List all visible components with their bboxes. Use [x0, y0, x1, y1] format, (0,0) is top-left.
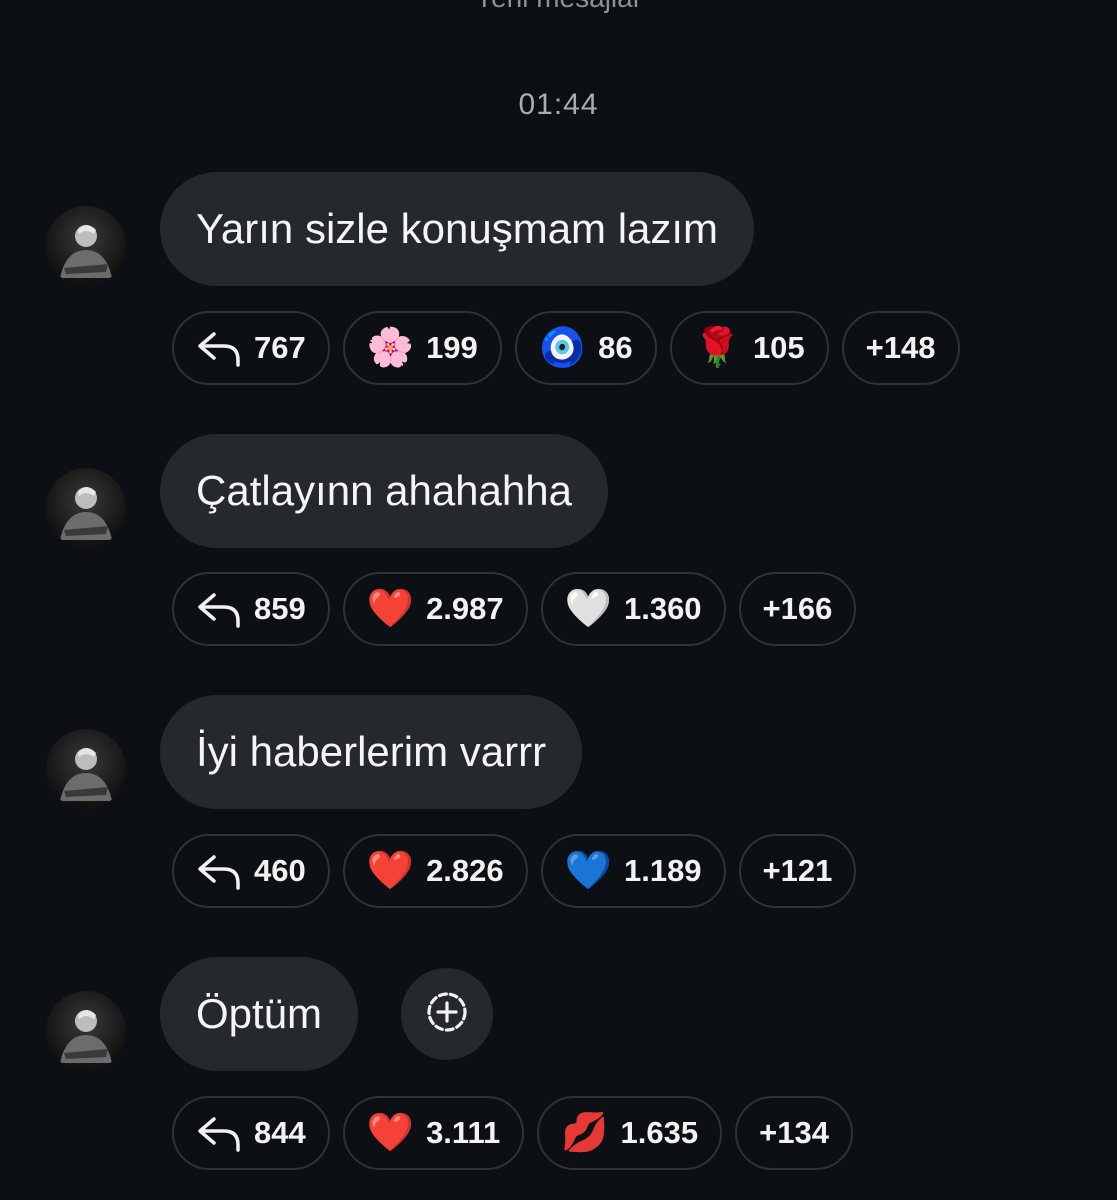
- reply-arrow-icon: [196, 589, 242, 629]
- new-messages-divider: Yeni mesajlar: [0, 0, 1117, 14]
- reply-count: 767: [254, 330, 306, 365]
- reaction-chip[interactable]: ❤️ 3.111: [342, 1096, 525, 1170]
- red-heart-icon: ❤️: [366, 588, 415, 630]
- reaction-chip[interactable]: 💙 1.189: [540, 834, 726, 908]
- reply-count: 460: [254, 853, 306, 888]
- reaction-count: 2.826: [426, 853, 504, 888]
- reactions-bar: 767 🌸 199 🧿 86 🌹 105 +148: [172, 311, 960, 385]
- reply-count: 859: [254, 591, 306, 626]
- more-reactions-count: +134: [759, 1115, 829, 1150]
- add-reaction-button[interactable]: [401, 968, 493, 1060]
- reactions-bar: 460 ❤️ 2.826 💙 1.189 +121: [172, 834, 857, 908]
- reaction-chip[interactable]: 🤍 1.360: [540, 572, 726, 646]
- reaction-count: 105: [752, 330, 805, 365]
- nazar-amulet-icon: 🧿: [538, 327, 587, 369]
- message-text: Çatlayınn ahahahha: [196, 467, 572, 514]
- more-reactions-count: +121: [762, 853, 833, 888]
- kiss-mark-icon: 💋: [561, 1112, 609, 1154]
- red-heart-icon: ❤️: [366, 1112, 415, 1154]
- message-bubble[interactable]: Yarın sizle konuşmam lazım: [160, 172, 755, 286]
- reply-arrow-icon: [196, 851, 242, 891]
- reaction-chip[interactable]: 💋 1.635: [537, 1096, 723, 1170]
- blue-heart-icon: 💙: [564, 850, 612, 892]
- avatar[interactable]: [46, 206, 126, 286]
- reaction-chip[interactable]: 🧿 86: [514, 311, 657, 385]
- reply-chip[interactable]: 844: [172, 1096, 330, 1170]
- more-reactions-count: +148: [865, 330, 936, 365]
- message-bubble[interactable]: İyi haberlerim varrr: [160, 695, 583, 809]
- reactions-bar: 859 ❤️ 2.987 🤍 1.360 +166: [172, 572, 857, 646]
- reaction-chip[interactable]: ❤️ 2.826: [342, 834, 528, 908]
- avatar[interactable]: [46, 729, 126, 809]
- reaction-count: 1.360: [623, 591, 702, 626]
- reply-count: 844: [254, 1115, 306, 1150]
- more-reactions-chip[interactable]: +134: [735, 1096, 853, 1170]
- avatar[interactable]: [46, 468, 126, 548]
- more-reactions-chip[interactable]: +166: [738, 572, 857, 646]
- reply-chip[interactable]: 859: [172, 572, 330, 646]
- reactions-bar: 844 ❤️ 3.111 💋 1.635 +134: [172, 1096, 853, 1170]
- reply-chip[interactable]: 767: [172, 311, 330, 385]
- reply-arrow-icon: [196, 328, 242, 368]
- reaction-count: 3.111: [426, 1115, 501, 1150]
- message-text: Öptüm: [196, 990, 323, 1037]
- reaction-count: 86: [598, 330, 633, 365]
- avatar[interactable]: [46, 991, 126, 1071]
- channel-screen: Yeni mesajlar 01:44 Yarın sizle konuşmam…: [0, 0, 1117, 1200]
- message-text: İyi haberlerim varrr: [196, 728, 547, 775]
- white-heart-icon: 🤍: [564, 588, 612, 630]
- reaction-count: 2.987: [426, 591, 504, 626]
- add-reaction-icon: [423, 988, 471, 1041]
- message-bubble[interactable]: Öptüm: [160, 957, 359, 1071]
- reaction-chip[interactable]: 🌹 105: [669, 311, 829, 385]
- rose-icon: 🌹: [693, 327, 741, 369]
- more-reactions-count: +166: [762, 591, 833, 626]
- reaction-chip[interactable]: ❤️ 2.987: [342, 572, 528, 646]
- more-reactions-chip[interactable]: +121: [738, 834, 857, 908]
- more-reactions-chip[interactable]: +148: [841, 311, 960, 385]
- reaction-count: 199: [426, 330, 478, 365]
- message-timestamp: 01:44: [518, 88, 599, 121]
- cherry-blossom-icon: 🌸: [366, 327, 415, 369]
- message-text: Yarın sizle konuşmam lazım: [196, 205, 719, 252]
- red-heart-icon: ❤️: [366, 850, 415, 892]
- message-bubble[interactable]: Çatlayınn ahahahha: [160, 434, 608, 548]
- reaction-count: 1.635: [620, 1115, 699, 1150]
- reply-arrow-icon: [196, 1113, 242, 1153]
- reply-chip[interactable]: 460: [172, 834, 330, 908]
- reaction-count: 1.189: [623, 853, 702, 888]
- reaction-chip[interactable]: 🌸 199: [342, 311, 502, 385]
